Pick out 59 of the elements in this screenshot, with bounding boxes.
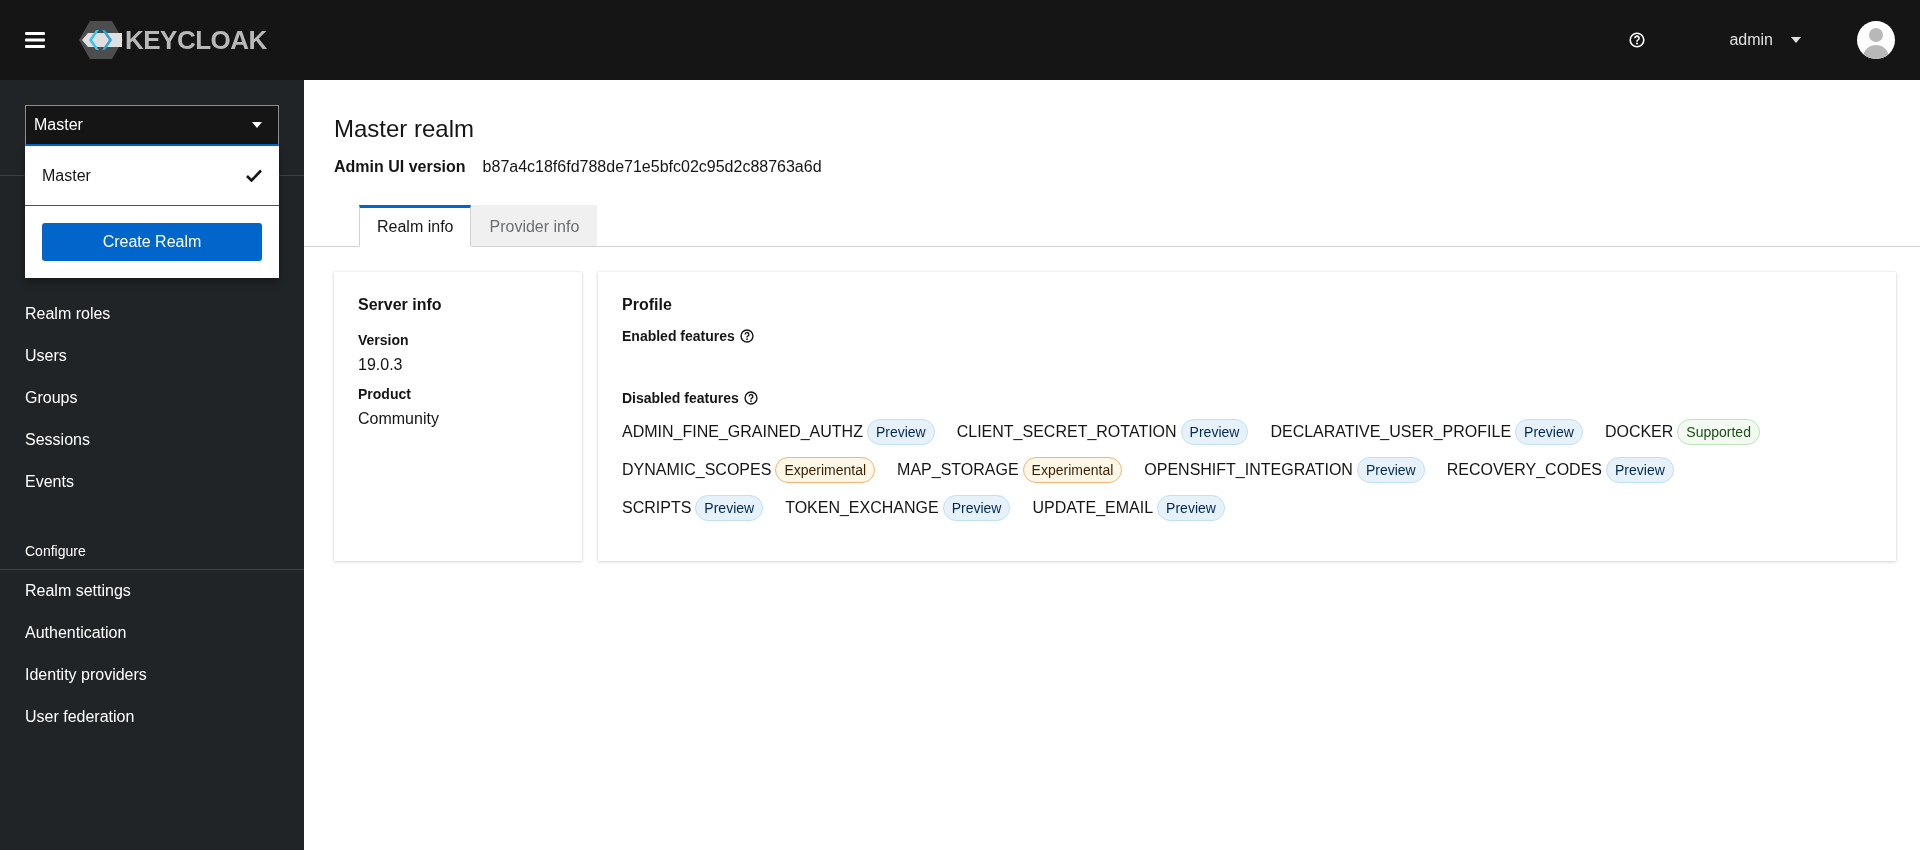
feature-name: DYNAMIC_SCOPES xyxy=(622,461,772,479)
feature-name: UPDATE_EMAIL xyxy=(1032,499,1154,517)
realm-option-label: Master xyxy=(42,166,91,185)
card-title: Server info xyxy=(358,296,443,314)
menu-button[interactable] xyxy=(25,31,45,49)
realm-select[interactable]: Master xyxy=(25,105,279,146)
help-icon[interactable] xyxy=(739,329,754,343)
feature-tag: Preview xyxy=(1180,419,1249,445)
tab[interactable]: Provider info xyxy=(471,205,598,247)
version-value: b87a4c18f6fd788de71e5bfc02c95d2c88763a6d xyxy=(482,158,822,176)
feature-tag: Preview xyxy=(1356,457,1425,483)
feature-name: OPENSHIFT_INTEGRATION xyxy=(1144,461,1353,479)
feature-tag: Preview xyxy=(1606,457,1674,483)
feature-tag: Experimental xyxy=(1022,457,1123,483)
feature-name: CLIENT_SECRET_ROTATION xyxy=(956,423,1177,441)
realm-option[interactable]: Master xyxy=(25,146,279,206)
feature-name: MAP_STORAGE xyxy=(897,461,1019,479)
feature-name: DOCKER xyxy=(1604,423,1674,441)
feature-name: TOKEN_EXCHANGE xyxy=(785,499,939,517)
nav-item[interactable]: Events xyxy=(0,461,304,503)
nav-item[interactable]: Realm roles xyxy=(0,293,304,335)
disabled-features-label: Disabled features xyxy=(622,390,739,406)
nav-item[interactable]: Sessions xyxy=(0,419,304,461)
nav-item[interactable]: Realm settings xyxy=(0,570,304,612)
nav-item[interactable]: Groups xyxy=(0,377,304,419)
feature-tag: Preview xyxy=(1515,419,1583,445)
create-realm-button[interactable]: Create Realm xyxy=(42,223,262,261)
card-title: Profile xyxy=(622,296,673,314)
menu-icon xyxy=(25,31,45,49)
user-menu-toggle[interactable]: admin xyxy=(1723,30,1807,50)
feature-name: RECOVERY_CODES xyxy=(1446,461,1602,479)
feature-tag: Supported xyxy=(1677,419,1760,445)
feature-tag: Preview xyxy=(695,495,764,521)
tab[interactable]: Realm info xyxy=(359,205,472,247)
field-label: Version xyxy=(358,332,410,348)
caret-icon xyxy=(1791,37,1801,43)
nav-item[interactable]: Identity providers xyxy=(0,654,304,696)
field-value: Community xyxy=(358,410,440,428)
brand-name: KEYCLOAK xyxy=(125,24,267,56)
field-label: Product xyxy=(358,386,412,402)
feature-tag: Preview xyxy=(1157,495,1225,521)
avatar-icon[interactable] xyxy=(1857,21,1895,59)
nav-item[interactable]: User federation xyxy=(0,696,304,738)
feature-tag: Preview xyxy=(866,419,935,445)
caret-icon xyxy=(252,122,262,128)
version-label: Admin UI version xyxy=(334,158,466,176)
help-icon[interactable] xyxy=(743,391,758,405)
page-title: Master realm xyxy=(334,115,476,143)
enabled-features-label: Enabled features xyxy=(622,328,735,344)
nav-item[interactable]: Authentication xyxy=(0,612,304,654)
field-value: 19.0.3 xyxy=(358,356,404,374)
feature-tag: Experimental xyxy=(775,457,876,483)
feature-tag: Preview xyxy=(942,495,1011,521)
logo-icon xyxy=(79,21,123,59)
feature-name: DECLARATIVE_USER_PROFILE xyxy=(1270,423,1512,441)
feature-name: ADMIN_FINE_GRAINED_AUTHZ xyxy=(622,423,863,441)
nav-section-title: Configure xyxy=(0,543,304,570)
feature-name: SCRIPTS xyxy=(622,499,692,517)
nav-item[interactable]: Users xyxy=(0,335,304,377)
